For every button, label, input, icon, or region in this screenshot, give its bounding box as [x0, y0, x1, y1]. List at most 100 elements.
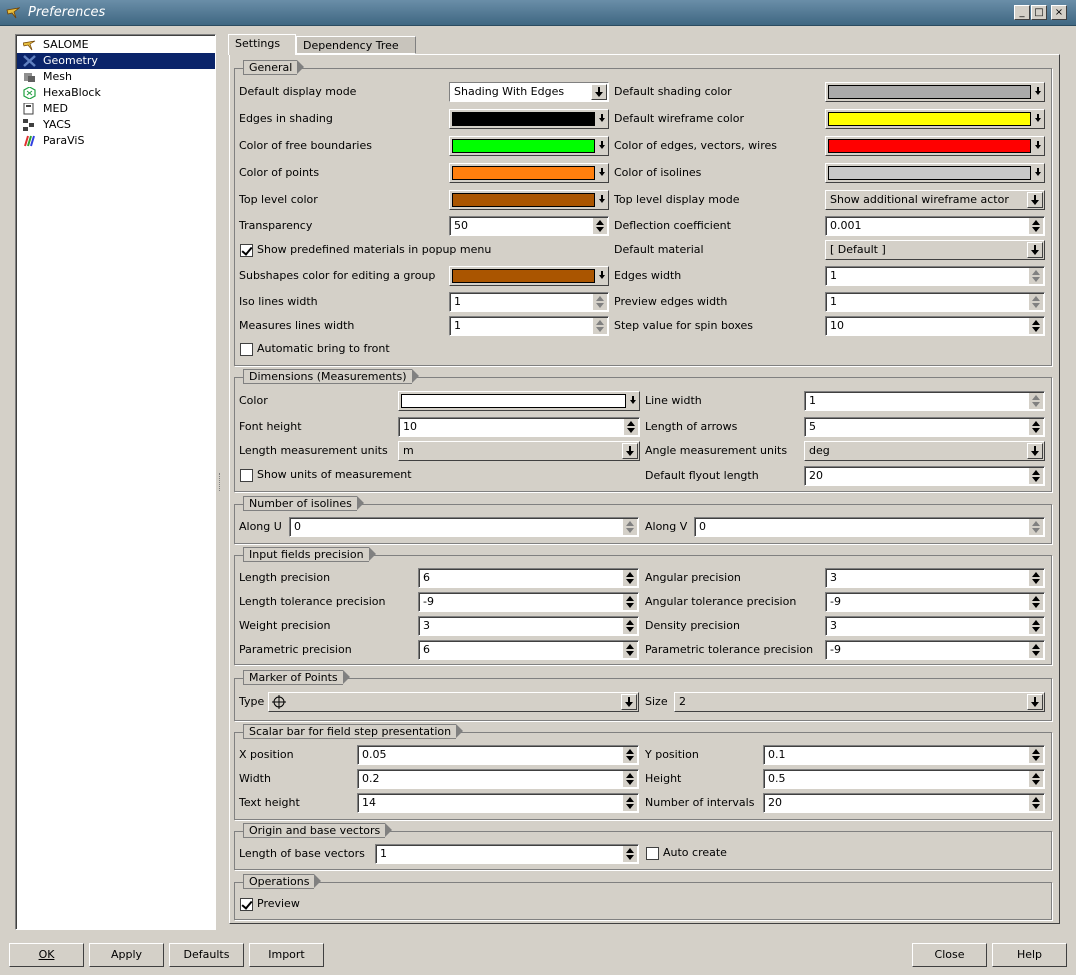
along-v-spinbox[interactable]: 0: [694, 517, 1045, 537]
preview-checkbox[interactable]: [240, 898, 253, 911]
spin-arrows-icon[interactable]: [622, 642, 637, 658]
tree-item-hexablock[interactable]: HexaBlock: [17, 85, 215, 101]
spin-arrows-icon[interactable]: [622, 519, 637, 535]
spinbox-value: 1: [830, 269, 837, 282]
step-value-spinbox[interactable]: 10: [825, 316, 1045, 336]
iso-lines-width-spinbox[interactable]: 1: [449, 292, 609, 312]
spin-arrows-icon[interactable]: [1028, 618, 1043, 634]
along-u-spinbox[interactable]: 0: [289, 517, 639, 537]
default-display-mode-select[interactable]: Shading With Edges: [449, 82, 609, 102]
tree-item-mesh[interactable]: Mesh: [17, 69, 215, 85]
x-position-spinbox[interactable]: 0.05: [357, 745, 639, 765]
length-tolerance-spinbox[interactable]: -9: [418, 592, 639, 612]
auto-bring-front-checkbox[interactable]: [240, 343, 253, 356]
top-level-color-button[interactable]: [449, 190, 609, 210]
font-height-spinbox[interactable]: 10: [398, 417, 640, 437]
parametric-tolerance-spinbox[interactable]: -9: [825, 640, 1045, 660]
spin-arrows-icon[interactable]: [1028, 318, 1043, 334]
splitter-handle[interactable]: [219, 473, 222, 491]
tree-item-geometry[interactable]: Geometry: [17, 53, 215, 69]
spin-arrows-icon[interactable]: [1028, 519, 1043, 535]
tree-item-salome[interactable]: SALOME: [17, 37, 215, 53]
default-shading-color-button[interactable]: [825, 82, 1045, 102]
spin-arrows-icon[interactable]: [1028, 570, 1043, 586]
spin-arrows-icon[interactable]: [1028, 393, 1043, 409]
length-precision-spinbox[interactable]: 6: [418, 568, 639, 588]
defaults-button[interactable]: Defaults: [169, 943, 244, 967]
close-button[interactable]: Close: [912, 943, 987, 967]
spinbox-value: 1: [830, 295, 837, 308]
auto-create-checkbox[interactable]: [646, 847, 659, 860]
spin-arrows-icon[interactable]: [1028, 268, 1043, 284]
spin-arrows-icon[interactable]: [1028, 419, 1043, 435]
spin-arrows-icon[interactable]: [622, 771, 637, 787]
ok-button[interactable]: OK: [9, 943, 84, 967]
close-window-button[interactable]: ×: [1051, 5, 1067, 20]
text-height-spinbox[interactable]: 14: [357, 793, 639, 813]
spin-arrows-icon[interactable]: [622, 747, 637, 763]
spin-arrows-icon[interactable]: [1028, 642, 1043, 658]
free-boundaries-color-button[interactable]: [449, 136, 609, 156]
top-level-display-mode-select[interactable]: Show additional wireframe actor: [825, 190, 1045, 210]
spin-arrows-icon[interactable]: [1028, 294, 1043, 310]
spin-arrows-icon[interactable]: [622, 618, 637, 634]
angle-units-select[interactable]: deg: [804, 441, 1045, 461]
base-vectors-length-spinbox[interactable]: 1: [375, 844, 639, 864]
apply-button[interactable]: Apply: [89, 943, 164, 967]
edges-color-button[interactable]: [825, 136, 1045, 156]
spin-arrows-icon[interactable]: [592, 218, 607, 234]
points-color-button[interactable]: [449, 163, 609, 183]
spin-arrows-icon[interactable]: [622, 795, 637, 811]
angular-precision-spinbox[interactable]: 3: [825, 568, 1045, 588]
edges-in-shading-color-button[interactable]: [449, 109, 609, 129]
weight-precision-spinbox[interactable]: 3: [418, 616, 639, 636]
default-wireframe-color-button[interactable]: [825, 109, 1045, 129]
help-button[interactable]: Help: [992, 943, 1067, 967]
spin-arrows-icon[interactable]: [1028, 771, 1043, 787]
line-width-spinbox[interactable]: 1: [804, 391, 1045, 411]
isolines-color-button[interactable]: [825, 163, 1045, 183]
density-precision-spinbox[interactable]: 3: [825, 616, 1045, 636]
spin-arrows-icon[interactable]: [622, 846, 637, 862]
spin-arrows-icon[interactable]: [623, 419, 638, 435]
preview-edges-width-spinbox[interactable]: 1: [825, 292, 1045, 312]
parametric-precision-spinbox[interactable]: 6: [418, 640, 639, 660]
subshapes-color-button[interactable]: [449, 266, 609, 286]
spin-arrows-icon[interactable]: [622, 594, 637, 610]
spin-arrows-icon[interactable]: [1028, 468, 1043, 484]
import-button[interactable]: Import: [249, 943, 324, 967]
marker-type-select[interactable]: [268, 692, 639, 712]
tree-item-paravis[interactable]: ParaViS: [17, 133, 215, 149]
y-position-spinbox[interactable]: 0.1: [763, 745, 1045, 765]
spin-arrows-icon[interactable]: [1028, 747, 1043, 763]
length-arrows-spinbox[interactable]: 5: [804, 417, 1045, 437]
angular-tolerance-spinbox[interactable]: -9: [825, 592, 1045, 612]
minimize-button[interactable]: _: [1014, 5, 1030, 20]
flyout-length-spinbox[interactable]: 20: [804, 466, 1045, 486]
scalar-height-spinbox[interactable]: 0.5: [763, 769, 1045, 789]
spin-arrows-icon[interactable]: [622, 570, 637, 586]
tab-dependency-tree[interactable]: Dependency Tree: [296, 36, 416, 54]
deflection-spinbox[interactable]: 0.001: [825, 216, 1045, 236]
spin-arrows-icon[interactable]: [1028, 594, 1043, 610]
show-predefined-materials-checkbox[interactable]: [240, 244, 253, 257]
module-tree[interactable]: SALOME Geometry Mesh HexaBlock MED YACS …: [15, 34, 216, 930]
spin-arrows-icon[interactable]: [1028, 218, 1043, 234]
length-units-select[interactable]: m: [398, 441, 640, 461]
tree-item-med[interactable]: MED: [17, 101, 215, 117]
intervals-spinbox[interactable]: 20: [763, 793, 1045, 813]
spin-arrows-icon[interactable]: [1028, 795, 1043, 811]
show-units-checkbox[interactable]: [240, 469, 253, 482]
scalar-width-spinbox[interactable]: 0.2: [357, 769, 639, 789]
spin-arrows-icon[interactable]: [592, 294, 607, 310]
spin-arrows-icon[interactable]: [592, 318, 607, 334]
measures-lines-width-spinbox[interactable]: 1: [449, 316, 609, 336]
maximize-button[interactable]: □: [1031, 5, 1047, 20]
tree-item-yacs[interactable]: YACS: [17, 117, 215, 133]
dim-color-button[interactable]: [398, 391, 640, 411]
marker-size-select[interactable]: 2: [674, 692, 1045, 712]
edges-width-spinbox[interactable]: 1: [825, 266, 1045, 286]
transparency-spinbox[interactable]: 50: [449, 216, 609, 236]
tab-settings[interactable]: Settings: [228, 34, 296, 55]
default-material-select[interactable]: [ Default ]: [825, 240, 1045, 260]
